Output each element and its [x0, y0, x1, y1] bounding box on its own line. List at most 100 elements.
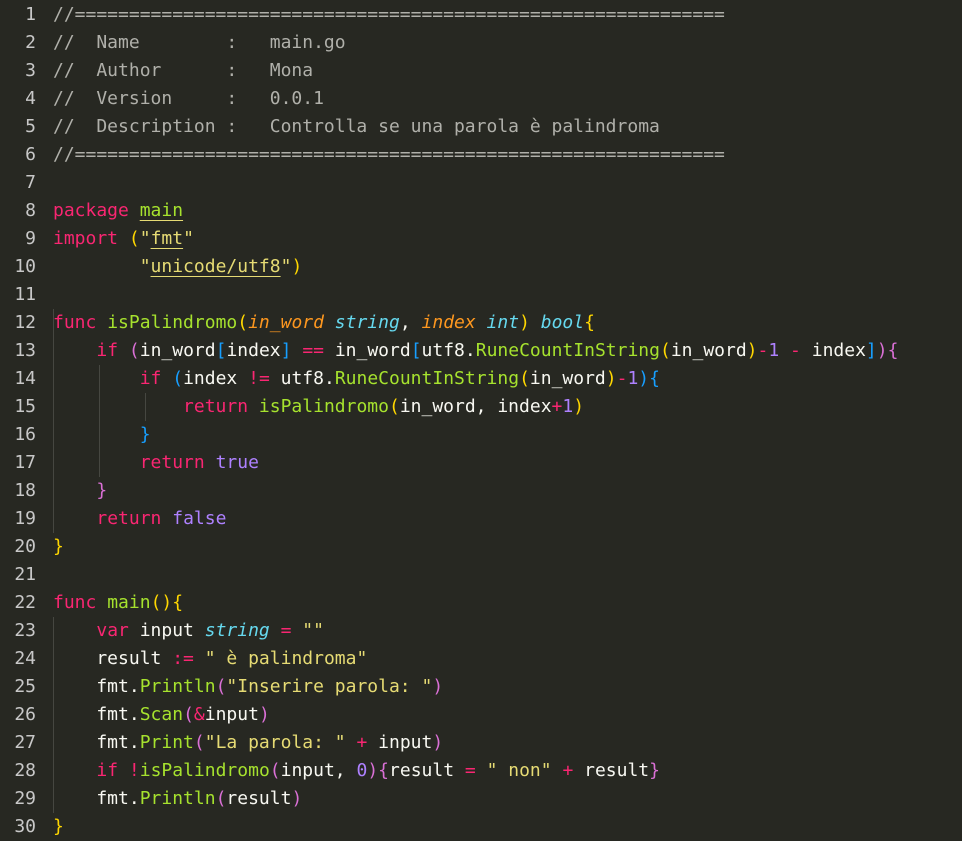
code-text[interactable]: "unicode/utf8") [53, 253, 303, 281]
bracket-token: ] [280, 340, 292, 361]
bracket-token: [ [215, 340, 227, 361]
bracket-token: ) [161, 592, 173, 613]
operator-token: != [248, 368, 270, 389]
code-text[interactable]: // Version : 0.0.1 [53, 85, 324, 113]
number-token: 1 [562, 396, 574, 417]
code-text[interactable]: package main [53, 197, 183, 225]
code-text[interactable]: } [53, 813, 64, 841]
bracket-token: ( [193, 732, 205, 753]
code-text[interactable]: if (in_word[index] == in_word[utf8.RuneC… [53, 337, 898, 365]
code-text[interactable]: var input string = "" [53, 617, 324, 645]
code-line[interactable]: 25 fmt.Println("Inserire parola: ") [0, 673, 962, 701]
code-line[interactable]: 26 fmt.Scan(&input) [0, 701, 962, 729]
comment-token: //======================================… [53, 144, 725, 165]
bracket-token: ) [638, 368, 650, 389]
code-line[interactable]: 5 // Description : Controlla se una parol… [0, 113, 962, 141]
code-text[interactable]: // Name : main.go [53, 29, 346, 57]
code-line[interactable]: 8 package main [0, 197, 962, 225]
constant-token: true [215, 452, 259, 473]
line-number: 22 [14, 592, 36, 613]
comment-token: // Version : 0.0.1 [53, 88, 324, 109]
operator-token: + [551, 396, 563, 417]
code-line[interactable]: 1 //=====================================… [0, 1, 962, 29]
code-line[interactable]: 16 } [0, 421, 962, 449]
code-line[interactable]: 6 //=====================================… [0, 141, 962, 169]
code-text[interactable]: func main(){ [53, 589, 183, 617]
keyword-token: return [139, 452, 205, 473]
line-number: 23 [14, 620, 36, 641]
code-line[interactable]: 29 fmt.Println(result) [0, 785, 962, 813]
code-text[interactable]: return isPalindromo(in_word, index+1) [53, 393, 584, 421]
code-line[interactable]: 17 return true [0, 449, 962, 477]
code-line[interactable]: 14 if (index != utf8.RuneCountInString(i… [0, 365, 962, 393]
function-token: isPalindromo [139, 760, 270, 781]
code-text[interactable]: fmt.Println(result) [53, 785, 302, 813]
code-text: fmt. [53, 788, 140, 809]
code-text: result [389, 760, 465, 781]
line-number: 24 [14, 648, 36, 669]
operator-token: = [280, 620, 292, 641]
code-text[interactable]: //======================================… [53, 1, 725, 29]
code-line[interactable]: 10 "unicode/utf8") [0, 253, 962, 281]
line-number: 17 [14, 452, 36, 473]
code-text[interactable]: func isPalindromo(in_word string, index … [53, 309, 595, 337]
code-line[interactable]: 18 } [0, 477, 962, 505]
code-line[interactable]: 19 return false [0, 505, 962, 533]
code-line[interactable]: 2 // Name : main.go [0, 29, 962, 57]
bracket-token: ( [172, 368, 184, 389]
parameter-token: in_word [248, 312, 324, 333]
operator-token: - [757, 340, 769, 361]
bracket-token: ( [215, 676, 227, 697]
code-text[interactable]: return false [53, 505, 226, 533]
code-text[interactable]: return true [53, 449, 259, 477]
code-text[interactable]: } [53, 421, 151, 449]
code-line[interactable]: 28 if !isPalindromo(input, 0){result = "… [0, 757, 962, 785]
code-line[interactable]: 30} [0, 813, 962, 841]
code-line[interactable]: 4 // Version : 0.0.1 [0, 85, 962, 113]
code-text[interactable]: if !isPalindromo(input, 0){result = " no… [53, 757, 660, 785]
code-text[interactable]: fmt.Println("Inserire parola: ") [53, 673, 443, 701]
code-line[interactable]: 23 var input string = "" [0, 617, 962, 645]
code-line[interactable]: 13 if (in_word[index] == in_word[utf8.Ru… [0, 337, 962, 365]
keyword-token: var [96, 620, 129, 641]
code-line[interactable]: 20} [0, 533, 962, 561]
line-number: 5 [25, 116, 36, 137]
code-text[interactable]: fmt.Print("La parola: " + input) [53, 729, 443, 757]
code-line[interactable]: 27 fmt.Print("La parola: " + input) [0, 729, 962, 757]
code-line[interactable]: 12 func isPalindromo(in_word string, inde… [0, 309, 962, 337]
code-line[interactable]: 11 [0, 281, 962, 309]
code-text[interactable]: if (index != utf8.RuneCountInString(in_w… [53, 365, 660, 393]
line-number: 6 [25, 144, 36, 165]
code-text[interactable]: fmt.Scan(&input) [53, 701, 269, 729]
line-number: 14 [14, 368, 36, 389]
code-text: , [399, 312, 422, 333]
code-line[interactable]: 21 [0, 561, 962, 589]
code-editor[interactable]: 1 //=====================================… [0, 0, 962, 841]
code-line[interactable]: 24 result := " è palindroma" [0, 645, 962, 673]
code-text: input [204, 704, 259, 725]
code-line[interactable]: 22 func main(){ [0, 589, 962, 617]
code-text[interactable]: // Description : Controlla se una parola… [53, 113, 660, 141]
code-text[interactable]: } [53, 477, 107, 505]
bracket-token: ( [128, 228, 140, 249]
function-token: Println [139, 676, 216, 697]
line-number: 13 [14, 340, 36, 361]
bracket-token: ) [291, 788, 303, 809]
code-text[interactable]: // Author : Mona [53, 57, 313, 85]
code-text[interactable]: //======================================… [53, 141, 725, 169]
code-line[interactable]: 3 // Author : Mona [0, 57, 962, 85]
code-text[interactable]: } [53, 533, 64, 561]
code-text: result [573, 760, 650, 781]
code-line[interactable]: 9 import ("fmt" [0, 225, 962, 253]
code-text[interactable]: result := " è palindroma" [53, 645, 367, 673]
code-line[interactable]: 7 [0, 169, 962, 197]
bracket-token: } [53, 536, 64, 557]
code-line[interactable]: 15 return isPalindromo(in_word, index+1) [0, 393, 962, 421]
code-text[interactable]: import ("fmt" [53, 225, 194, 253]
